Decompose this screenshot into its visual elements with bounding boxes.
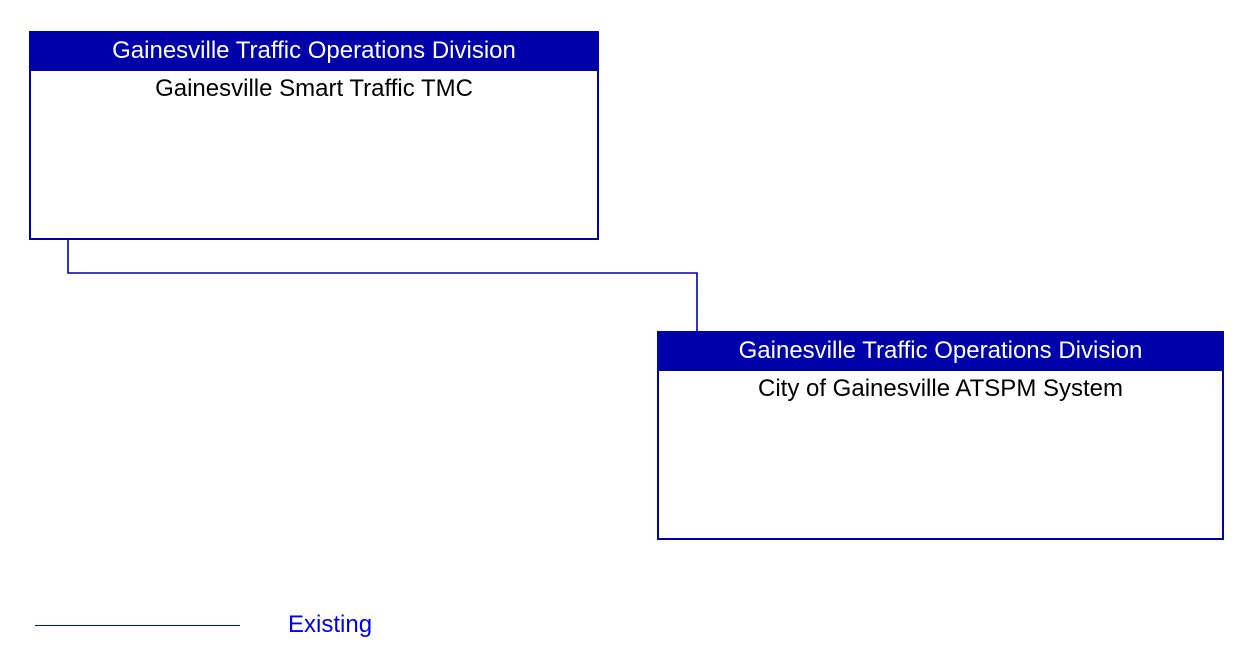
- node-tmc-header: Gainesville Traffic Operations Division: [31, 33, 597, 71]
- legend-existing-label: Existing: [288, 611, 372, 639]
- node-tmc: Gainesville Traffic Operations Division …: [29, 31, 599, 240]
- legend-existing-line: [35, 625, 240, 626]
- node-atspm-body: City of Gainesville ATSPM System: [659, 371, 1222, 403]
- node-atspm: Gainesville Traffic Operations Division …: [657, 331, 1224, 540]
- node-tmc-body: Gainesville Smart Traffic TMC: [31, 71, 597, 103]
- node-atspm-header: Gainesville Traffic Operations Division: [659, 333, 1222, 371]
